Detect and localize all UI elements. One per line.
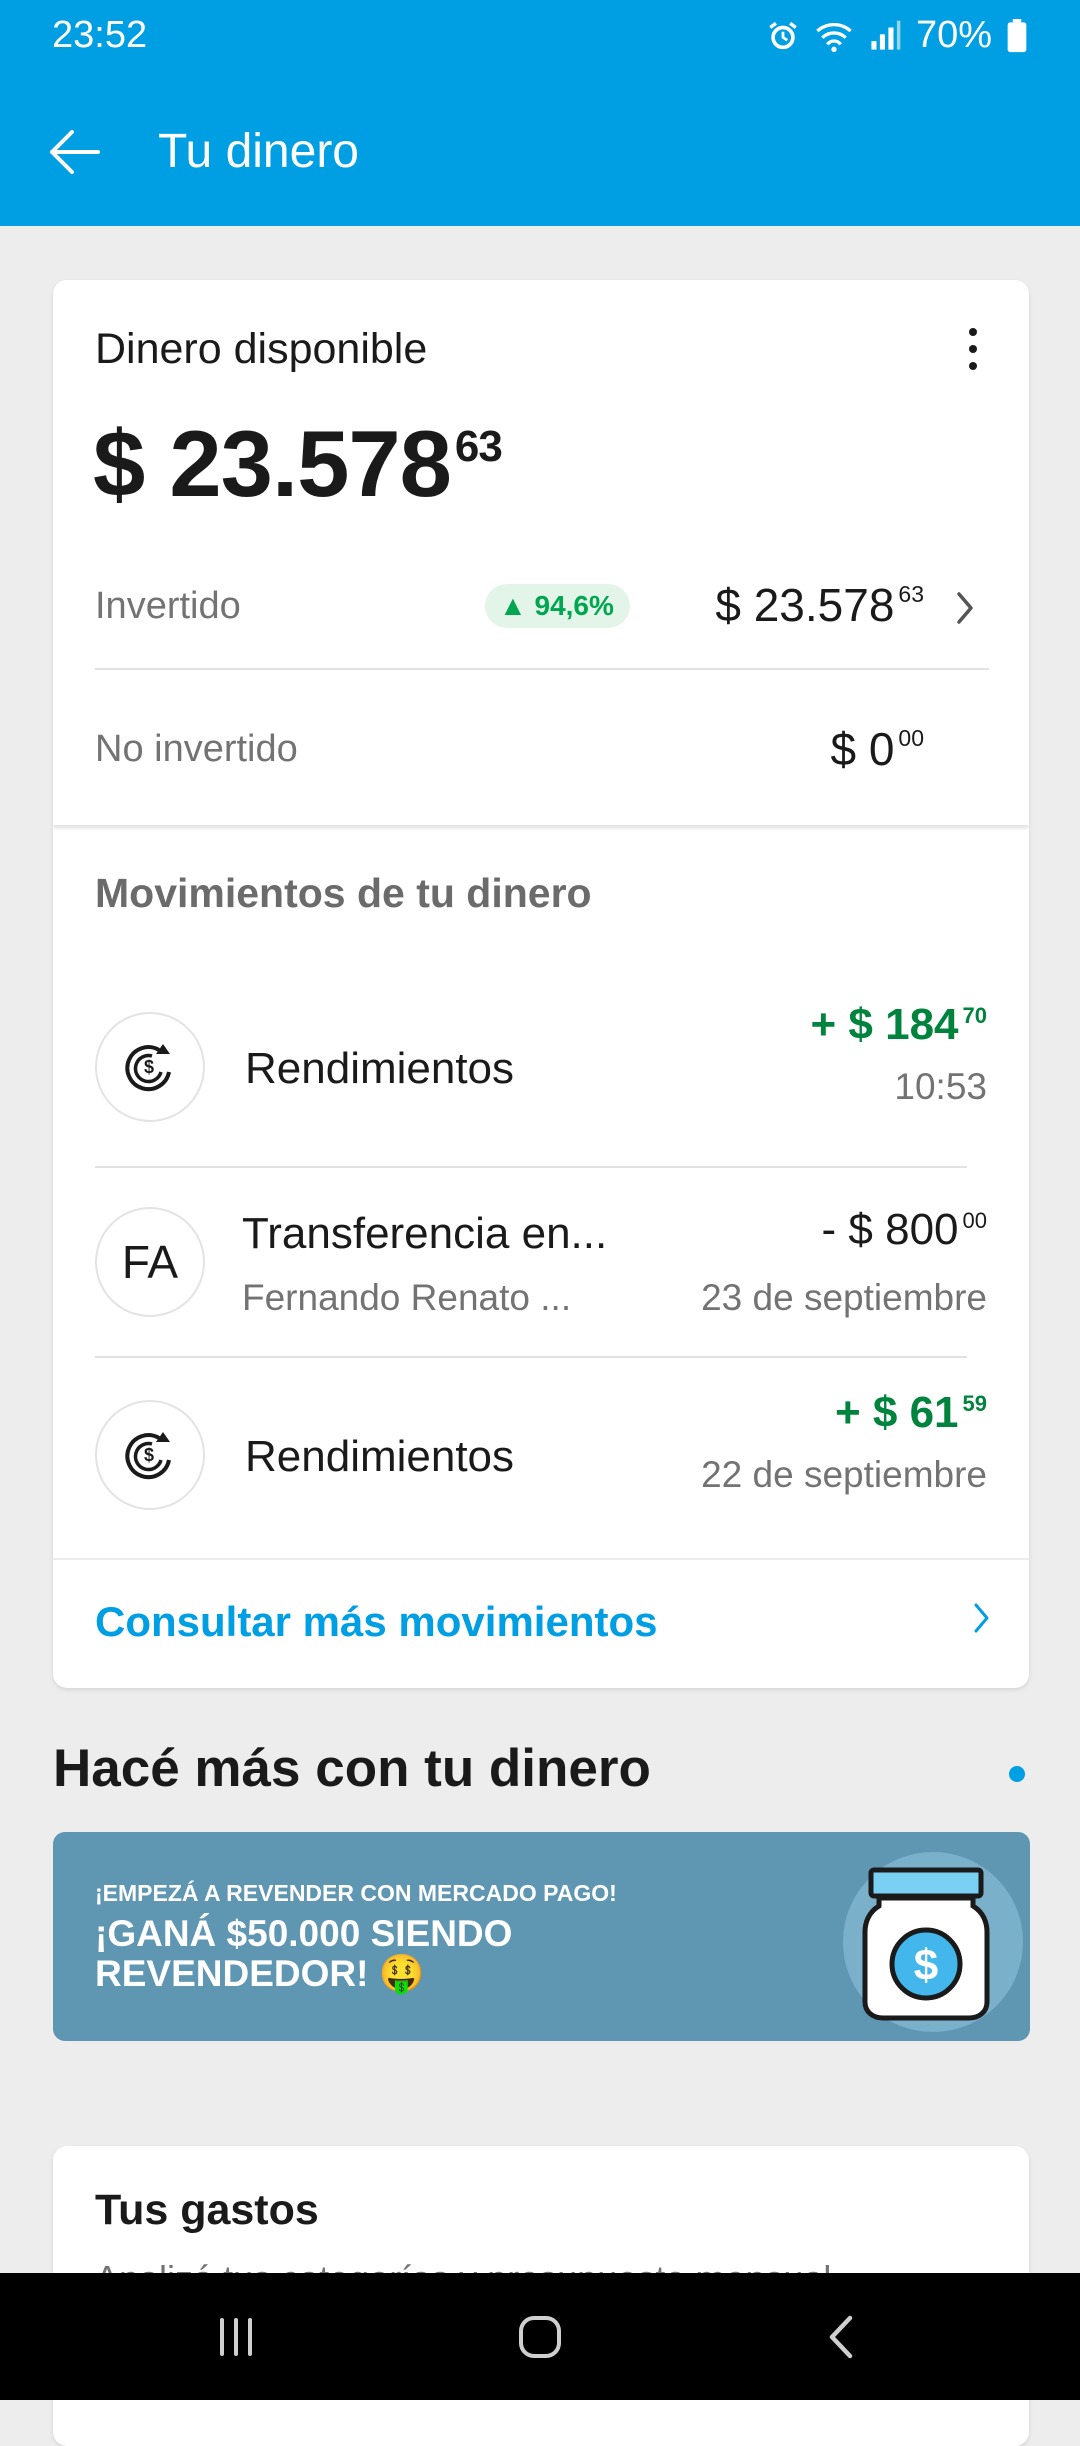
invested-amount-int: $ 23.578	[715, 579, 895, 631]
more-movements-link[interactable]: Consultar más movimientos	[95, 1598, 657, 1646]
movement-date: 23 de septiembre	[701, 1277, 987, 1318]
more-options-icon[interactable]	[963, 324, 983, 374]
movement-amount: - $ 800 00	[822, 1205, 987, 1255]
battery-level: 70%	[915, 14, 992, 56]
svg-text:$: $	[144, 1445, 154, 1465]
movement-date: 22 de septiembre	[701, 1454, 987, 1495]
recent-apps-icon	[220, 2317, 252, 2356]
movement-title: Transferencia en...	[242, 1209, 608, 1258]
svg-text:$: $	[144, 1057, 154, 1077]
money-card: Dinero disponible $ 23.57863 Invertido ▲…	[53, 280, 1029, 1688]
status-icons: 70%	[766, 14, 1028, 57]
movement-row[interactable]: $ Rendimientos + $ 184 70 10:53	[53, 1000, 1029, 1130]
promo-headline: ¡GANÁ $50.000 SIENDO REVENDEDOR! 🤑	[95, 1913, 513, 1994]
movement-amount-int: + $ 184	[810, 1000, 959, 1049]
system-back-button[interactable]	[752, 2273, 932, 2400]
invested-amount-cents: 63	[898, 581, 924, 608]
promo-banner[interactable]: ¡EMPEZÁ A REVENDER CON MERCADO PAGO! ¡GA…	[53, 1832, 1030, 2041]
available-amount: $ 23.57863	[93, 410, 503, 518]
available-money-label: Dinero disponible	[95, 325, 428, 373]
wifi-icon	[816, 22, 852, 52]
system-nav-bar	[0, 2273, 1080, 2400]
divider	[95, 1166, 967, 1168]
movement-title: Rendimientos	[245, 1432, 515, 1481]
page-title: Tu dinero	[158, 125, 359, 178]
movement-amount: + $ 184 70	[810, 1000, 987, 1050]
movement-amount-cents: 00	[962, 1208, 987, 1234]
system-back-icon	[829, 2315, 853, 2358]
not-invested-amount-cents: 00	[898, 725, 924, 752]
recent-apps-button[interactable]	[146, 2273, 326, 2400]
invested-label[interactable]: Invertido	[95, 585, 241, 628]
signal-icon	[871, 20, 901, 50]
movement-row[interactable]: FA Transferencia en... Fernando Renato .…	[53, 1195, 1029, 1325]
movement-date: 10:53	[894, 1066, 987, 1107]
balance-section: Dinero disponible $ 23.57863 Invertido ▲…	[53, 280, 1029, 825]
svg-text:$: $	[914, 1941, 938, 1990]
movement-amount-cents: 70	[962, 1003, 987, 1029]
status-time: 23:52	[52, 14, 148, 56]
carousel-dot	[1009, 1766, 1025, 1782]
movements-title: Movimientos de tu dinero	[95, 870, 592, 916]
promo-section-title: Hacé más con tu dinero	[53, 1739, 651, 1798]
divider	[95, 668, 989, 670]
movement-row[interactable]: $ Rendimientos + $ 61 59 22 de septiembre	[53, 1388, 1029, 1518]
movement-amount-cents: 59	[962, 1391, 987, 1417]
invested-amount[interactable]: $ 23.578 63	[715, 578, 924, 632]
divider	[95, 1356, 967, 1358]
available-amount-int: $ 23.578	[93, 411, 452, 516]
yield-icon: $	[95, 1400, 205, 1510]
status-bar: 23:52 70%	[0, 0, 1080, 78]
alarm-icon	[769, 21, 797, 49]
movement-amount-int: - $ 800	[821, 1205, 959, 1254]
not-invested-amount: $ 0 00	[830, 722, 924, 776]
home-button[interactable]	[450, 2273, 630, 2400]
movement-amount: + $ 61 59	[835, 1388, 987, 1438]
back-arrow-icon[interactable]	[44, 122, 104, 182]
available-amount-cents: 63	[454, 422, 503, 471]
yield-icon: $	[95, 1012, 205, 1122]
not-invested-label: No invertido	[95, 728, 298, 770]
chevron-right-icon[interactable]	[971, 1600, 993, 1636]
promo-kicker: ¡EMPEZÁ A REVENDER CON MERCADO PAGO!	[95, 1880, 617, 1906]
invested-percent-badge: ▲ 94,6%	[485, 584, 630, 628]
money-jar-icon: $	[862, 1867, 990, 2021]
not-invested-amount-int: $ 0	[830, 723, 895, 775]
movement-amount-int: + $ 61	[834, 1388, 959, 1437]
movement-title: Rendimientos	[245, 1044, 515, 1093]
movement-subtitle: Fernando Renato ...	[242, 1277, 572, 1318]
app-bar: Tu dinero	[0, 78, 1080, 226]
expenses-title: Tus gastos	[95, 2186, 319, 2234]
chevron-right-icon[interactable]	[953, 588, 977, 628]
contact-initials-avatar: FA	[95, 1207, 205, 1317]
home-icon	[519, 2315, 561, 2358]
battery-icon	[1007, 18, 1027, 52]
